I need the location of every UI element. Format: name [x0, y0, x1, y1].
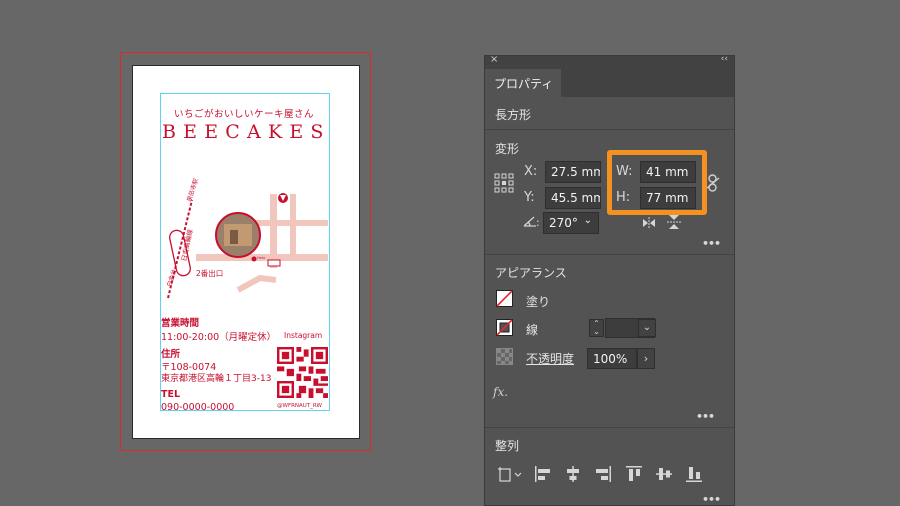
x-label: X: — [524, 164, 538, 179]
hours-label: 営業時間 — [161, 318, 200, 329]
flip-vertical-icon[interactable] — [667, 214, 681, 230]
object-type-label: 長方形 — [495, 108, 532, 122]
opacity-label[interactable]: 不透明度 — [526, 350, 574, 367]
fill-none-swatch-icon[interactable] — [496, 290, 513, 307]
qr-code — [277, 347, 328, 398]
angle-value: 270° — [549, 216, 578, 230]
appearance-more-options-button[interactable]: ••• — [696, 410, 715, 423]
align-vertical-center-icon[interactable] — [655, 465, 673, 483]
align-more-options-button[interactable]: ••• — [702, 493, 721, 506]
align-right-icon[interactable] — [594, 465, 612, 483]
transform-section-title: 変形 — [495, 142, 520, 156]
angle-dropdown-chevron-icon[interactable]: ⌄ — [584, 215, 592, 226]
reference-point-icon[interactable] — [494, 173, 514, 193]
panel-tabbar: プロパティ — [485, 68, 734, 97]
appearance-section-title: アピアランス — [495, 266, 567, 280]
stroke-weight-stepper[interactable]: ⌃ ⌄ — [589, 319, 604, 337]
tel-value: 090-0000-0000 — [161, 402, 235, 413]
x-field[interactable]: 27.5 mm — [545, 161, 601, 183]
stroke-swatch-icon[interactable] — [496, 319, 513, 336]
address-value: 東京都港区高輪１丁目3-13 — [161, 374, 272, 384]
properties-panel: × ‹‹ プロパティ 長方形 変形 X: 27.5 mm Y: 45.5 mm … — [484, 54, 735, 506]
stroke-weight-dropdown-chevron-icon[interactable]: ⌄ — [638, 319, 656, 337]
hours-value: 11:00-20:00（月曜定休） — [161, 332, 277, 343]
collapse-panel-button[interactable]: ‹‹ — [721, 54, 728, 64]
map-here-label: Here — [257, 256, 266, 260]
close-panel-button[interactable]: × — [490, 54, 498, 65]
align-top-icon[interactable] — [625, 465, 643, 483]
angle-field[interactable]: 270° ⌄ — [543, 212, 599, 234]
card-brand: BEECAKES — [162, 121, 331, 143]
y-label: Y: — [524, 190, 535, 205]
align-to-selection-icon[interactable] — [497, 465, 523, 483]
wh-highlight-annotation — [607, 150, 707, 215]
fx-effects-button[interactable]: fx. — [493, 385, 508, 399]
address-label: 住所 — [161, 349, 181, 360]
y-field[interactable]: 45.5 mm — [545, 187, 601, 209]
panel-header: × ‹‹ — [485, 54, 734, 68]
card-tagline: いちごがおいしいケーキ屋さん — [174, 109, 315, 120]
opacity-expand-chevron-icon[interactable]: › — [637, 348, 655, 369]
instagram-handle: @WFRNAUT_RW — [277, 403, 322, 409]
align-left-icon[interactable] — [534, 465, 552, 483]
angle-label: : — [536, 216, 540, 229]
align-bottom-icon[interactable] — [685, 465, 703, 483]
transform-more-options-button[interactable]: ••• — [702, 237, 721, 250]
flip-horizontal-icon[interactable] — [642, 217, 656, 229]
align-horizontal-center-icon[interactable] — [564, 465, 582, 483]
stroke-label: 線 — [526, 323, 539, 337]
opacity-field[interactable]: 100% — [587, 348, 637, 369]
opacity-checker-icon — [496, 348, 513, 365]
tel-label: TEL — [161, 389, 181, 400]
align-section-title: 整列 — [495, 439, 520, 453]
constrain-proportions-link-icon[interactable] — [706, 174, 720, 192]
instagram-label: Instagram — [284, 331, 323, 340]
fill-label: 塗り — [526, 295, 551, 309]
tab-properties[interactable]: プロパティ — [485, 69, 561, 97]
rotate-angle-icon — [523, 216, 536, 227]
map-exit-label: 2番出口 — [196, 269, 224, 278]
